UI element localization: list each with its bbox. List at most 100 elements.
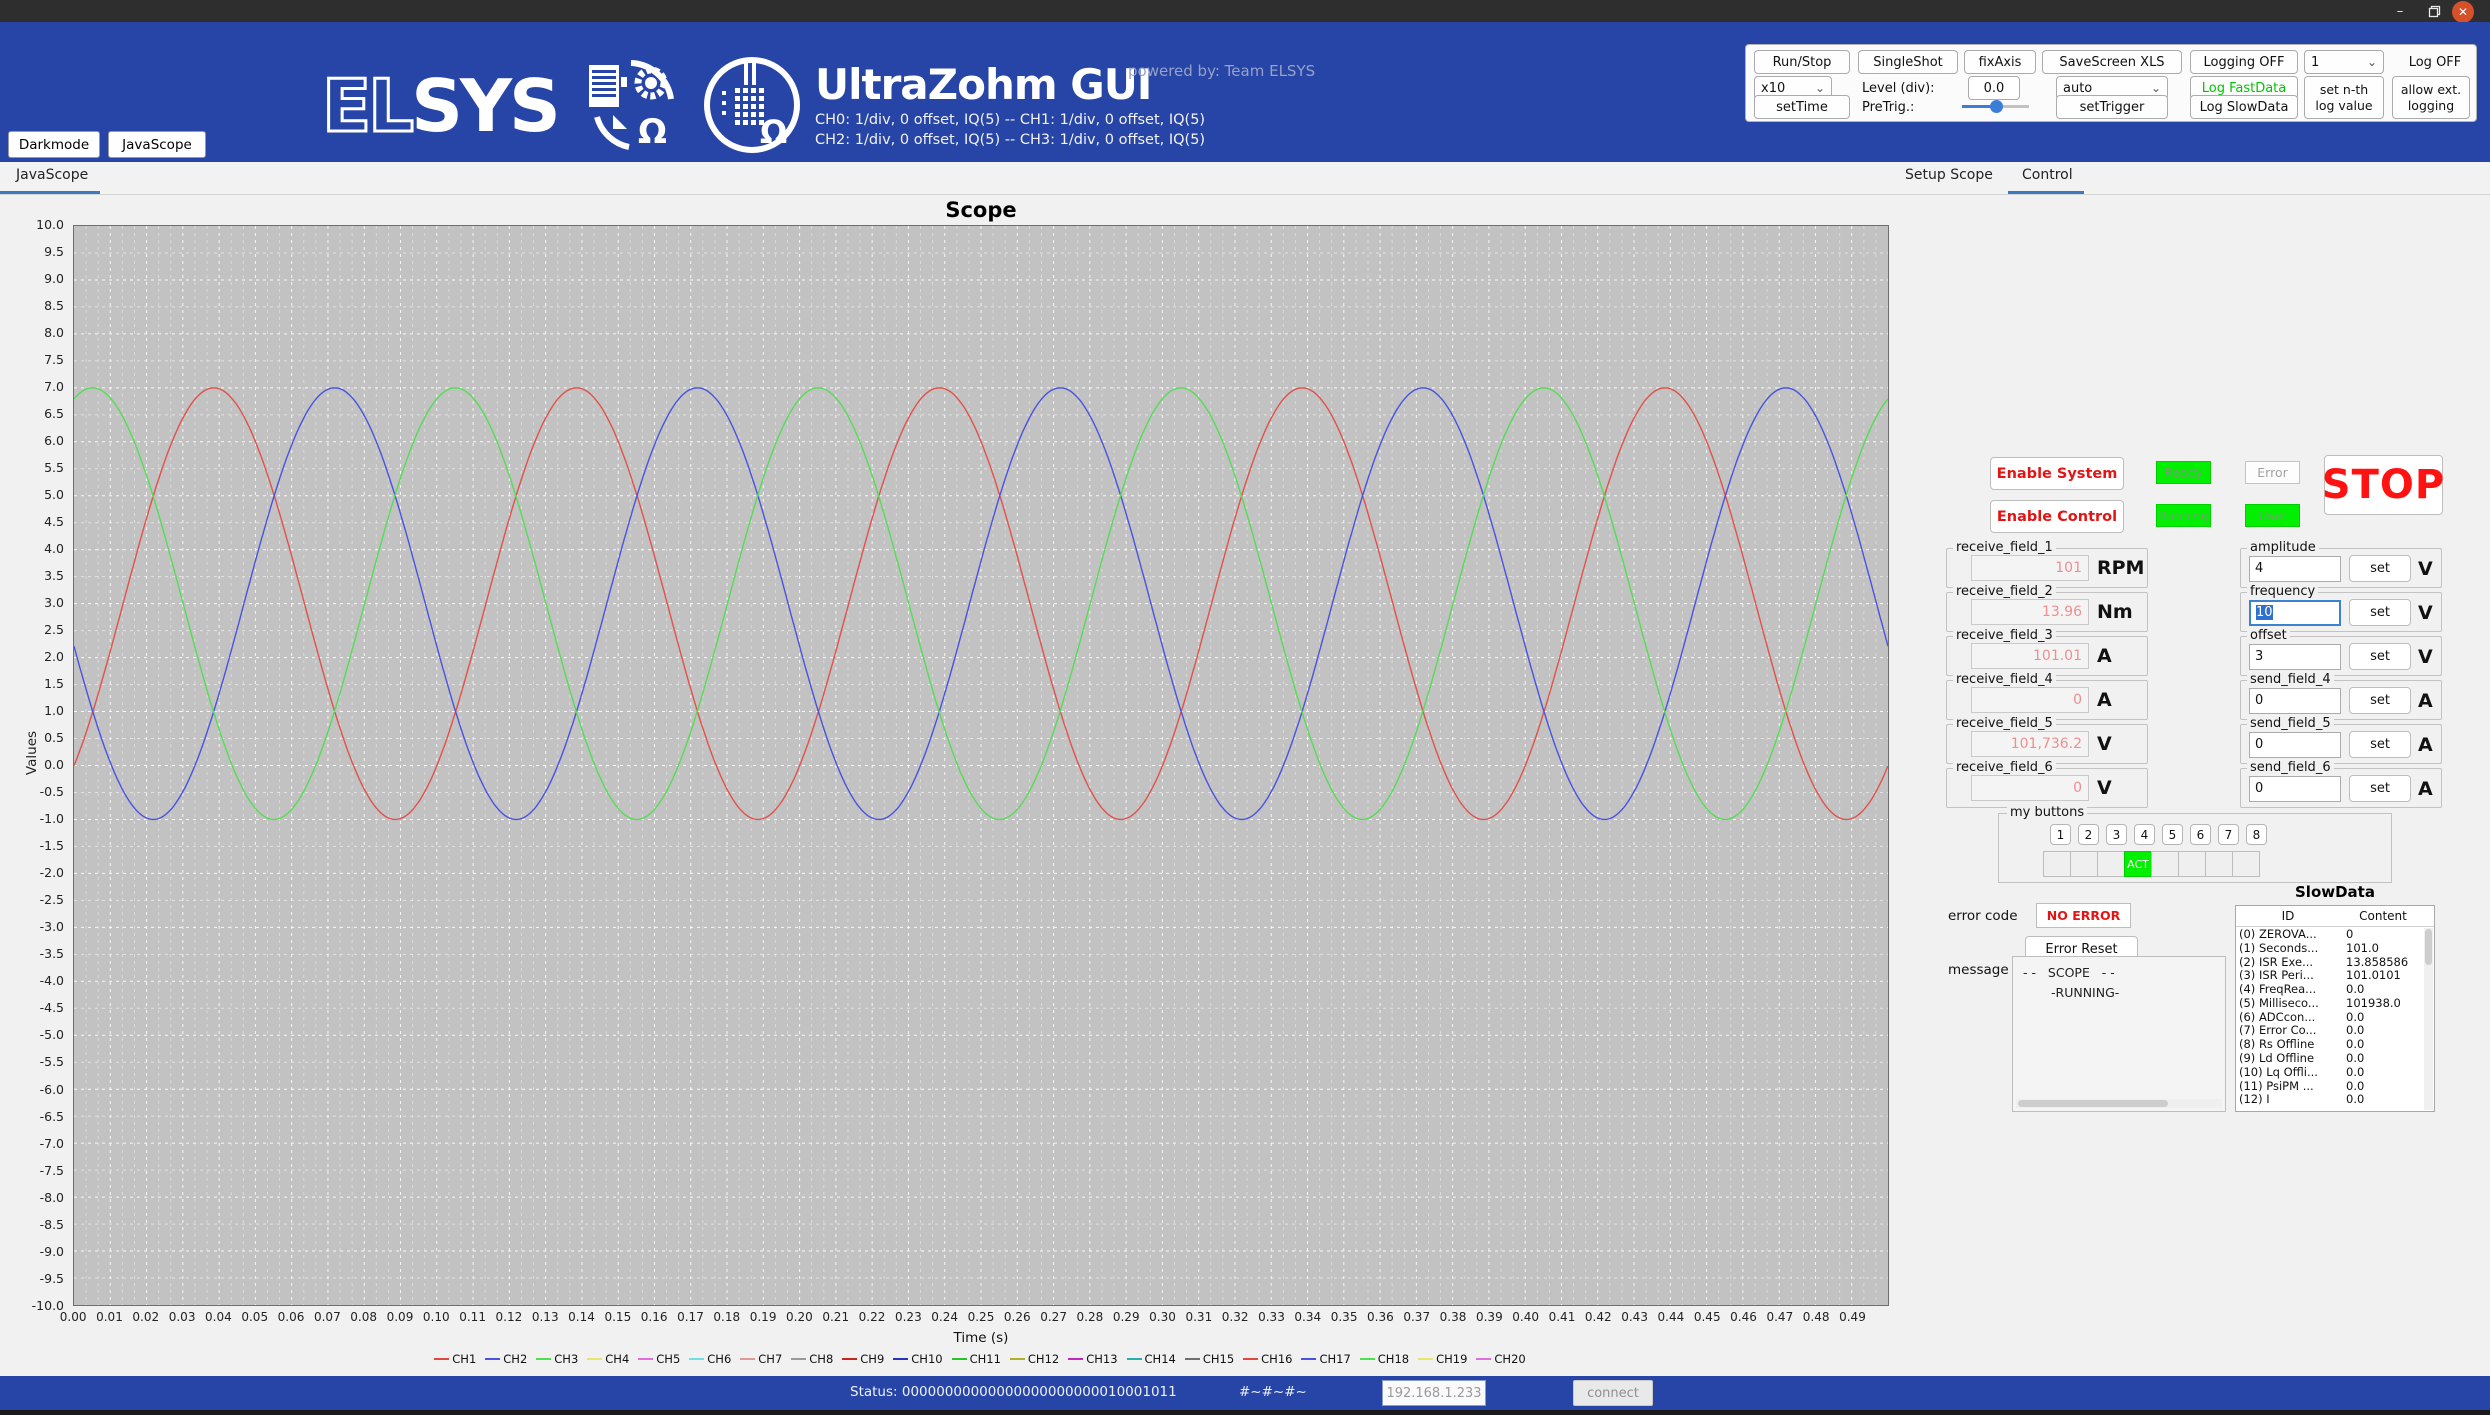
set-trigger-button[interactable]: setTrigger	[2056, 95, 2168, 119]
set-button[interactable]: set	[2349, 599, 2411, 626]
slowdata-row[interactable]: (4) FreqRea... 0.0	[2236, 982, 2434, 996]
slowdata-row[interactable]: (8) Rs Offline 0.0	[2236, 1037, 2434, 1051]
slowdata-row[interactable]: (12) I 0.0	[2236, 1092, 2434, 1106]
x-tick-label: 0.01	[96, 1310, 123, 1324]
set-button[interactable]: set	[2349, 775, 2411, 802]
send-field-input[interactable]: 0	[2249, 731, 2341, 758]
set-button[interactable]: set	[2349, 731, 2411, 758]
message-horizontal-scrollbar[interactable]	[2016, 1099, 2222, 1108]
slowdata-row[interactable]: (0) ZEROVA... 0	[2236, 927, 2434, 941]
my-button[interactable]: 3	[2106, 824, 2127, 845]
enable-system-button[interactable]: Enable System	[1990, 457, 2124, 490]
receive-field-value: 13.96	[1971, 599, 2089, 625]
legend-item: CH3	[536, 1352, 578, 1366]
scrollbar-thumb[interactable]	[2425, 929, 2432, 965]
pretrig-slider[interactable]	[1962, 100, 2029, 113]
my-button[interactable]: 7	[2218, 824, 2239, 845]
elsys-logo: ELSYS	[320, 69, 560, 144]
slowdata-row[interactable]: (5) Milliseco... 101938.0	[2236, 996, 2434, 1010]
legend-item: CH1	[434, 1352, 476, 1366]
status-separator: #~#~#~	[1239, 1384, 1307, 1400]
slowdata-row[interactable]: (10) Lq Offli... 0.0	[2236, 1065, 2434, 1079]
legend-item: CH14	[1126, 1352, 1176, 1366]
y-tick-label: -1.5	[39, 838, 64, 854]
legend-item: CH10	[893, 1352, 943, 1366]
legend-color-dash	[951, 1358, 967, 1360]
my-button[interactable]: 6	[2190, 824, 2211, 845]
slowdata-row[interactable]: (3) ISR Peri... 101.0101	[2236, 968, 2434, 982]
my-button-indicator	[2097, 851, 2125, 877]
y-tick-label: -5.5	[39, 1054, 64, 1070]
tab-javascope[interactable]: JavaScope	[16, 167, 88, 183]
x-tick-label: 0.34	[1294, 1310, 1322, 1324]
my-button[interactable]: 4	[2134, 824, 2155, 845]
close-button[interactable]: ✕	[2452, 1, 2474, 23]
my-button[interactable]: 2	[2078, 824, 2099, 845]
my-button[interactable]: 8	[2246, 824, 2267, 845]
y-tick-label: 2.0	[44, 649, 64, 665]
send-field-group: offset 3 set V	[2240, 628, 2442, 676]
send-field-input[interactable]: 3	[2249, 643, 2341, 670]
tab-setup-scope[interactable]: Setup Scope	[1905, 167, 1993, 183]
set-button[interactable]: set	[2349, 643, 2411, 670]
send-field-input[interactable]: 0	[2249, 775, 2341, 802]
receive-field-unit: A	[2097, 645, 2112, 667]
receive-field-value: 101.01	[1971, 643, 2089, 669]
send-field-input[interactable]: 0	[2249, 687, 2341, 714]
minimize-button[interactable]: –	[2390, 1, 2410, 21]
send-field-input[interactable]: 10	[2249, 599, 2341, 626]
slowdata-row[interactable]: (1) Seconds... 101.0	[2236, 941, 2434, 955]
log-slowdata-button[interactable]: Log SlowData	[2190, 95, 2298, 119]
slowdata-row[interactable]: (6) ADCcon... 0.0	[2236, 1010, 2434, 1024]
send-field-input[interactable]: 4	[2249, 555, 2341, 582]
slowdata-cell-content: 0.0	[2346, 1078, 2365, 1093]
scope-plot[interactable]	[73, 225, 1889, 1306]
my-button[interactable]: 5	[2162, 824, 2183, 845]
y-tick-label: -3.5	[39, 946, 64, 962]
x-tick-label: 0.31	[1185, 1310, 1213, 1324]
tab-control[interactable]: Control	[2022, 167, 2073, 183]
restore-button[interactable]	[2424, 1, 2444, 21]
connect-button[interactable]: connect	[1573, 1380, 1653, 1406]
logging-off-button[interactable]: Logging OFF	[2190, 50, 2298, 74]
error-code-value: NO ERROR	[2036, 903, 2131, 928]
set-nth-line2: log value	[2315, 97, 2373, 113]
javascope-button[interactable]: JavaScope	[108, 131, 206, 158]
slowdata-row[interactable]: (9) Ld Offline 0.0	[2236, 1051, 2434, 1065]
slowdata-row[interactable]: (2) ISR Exe... 13.858586	[2236, 955, 2434, 969]
svg-text:Ω: Ω	[760, 113, 787, 151]
y-axis-ticks: 10.0 9.5 9.0 8.5 8.0 7.5 7.0 6.5 6.0 5.5 5.0 4.5 4.0…	[0, 218, 68, 1313]
darkmode-button[interactable]: Darkmode	[8, 131, 100, 158]
x-tick-label: 0.36	[1367, 1310, 1394, 1324]
nth-log-select[interactable]: 1 ⌄	[2304, 50, 2384, 74]
single-shot-button[interactable]: SingleShot	[1858, 50, 1958, 74]
enable-control-button[interactable]: Enable Control	[1990, 500, 2124, 533]
slowdata-row[interactable]: (11) PsiPM ... 0.0	[2236, 1079, 2434, 1093]
legend-color-dash	[1476, 1358, 1492, 1360]
fix-axis-button[interactable]: fixAxis	[1964, 50, 2036, 74]
error-code-label: error code	[1948, 908, 2018, 924]
set-time-button[interactable]: setTime	[1754, 95, 1850, 119]
level-input[interactable]: 0.0	[1968, 76, 2020, 100]
ip-address-input[interactable]: 192.168.1.233	[1382, 1380, 1486, 1406]
run-stop-button[interactable]: Run/Stop	[1754, 50, 1850, 74]
set-button[interactable]: set	[2349, 687, 2411, 714]
stop-button[interactable]: STOP	[2322, 455, 2444, 515]
legend-color-dash	[791, 1358, 807, 1360]
legend-color-dash	[1126, 1358, 1142, 1360]
set-button[interactable]: set	[2349, 555, 2411, 582]
allow-ext-logging-button[interactable]: allow ext. logging	[2392, 76, 2470, 119]
slowdata-row[interactable]: (7) Error Co... 0.0	[2236, 1023, 2434, 1037]
slowdata-vertical-scrollbar[interactable]	[2424, 928, 2433, 1110]
save-screen-button[interactable]: SaveScreen XLS	[2042, 50, 2182, 74]
legend-color-dash	[638, 1358, 654, 1360]
receive-field-group: receive_field_2 13.96 Nm	[1946, 584, 2148, 632]
my-button[interactable]: 1	[2050, 824, 2071, 845]
machine-gear-logo-icon: Ω	[589, 60, 674, 152]
y-tick-label: -0.5	[39, 784, 64, 800]
scrollbar-thumb[interactable]	[2018, 1100, 2168, 1107]
slider-thumb[interactable]	[1990, 100, 2003, 113]
legend-item: CH17	[1301, 1352, 1351, 1366]
set-nth-log-button[interactable]: set n-th log value	[2304, 76, 2384, 119]
status-bits: Status: 00000000000000000000000010001011	[850, 1384, 1177, 1400]
